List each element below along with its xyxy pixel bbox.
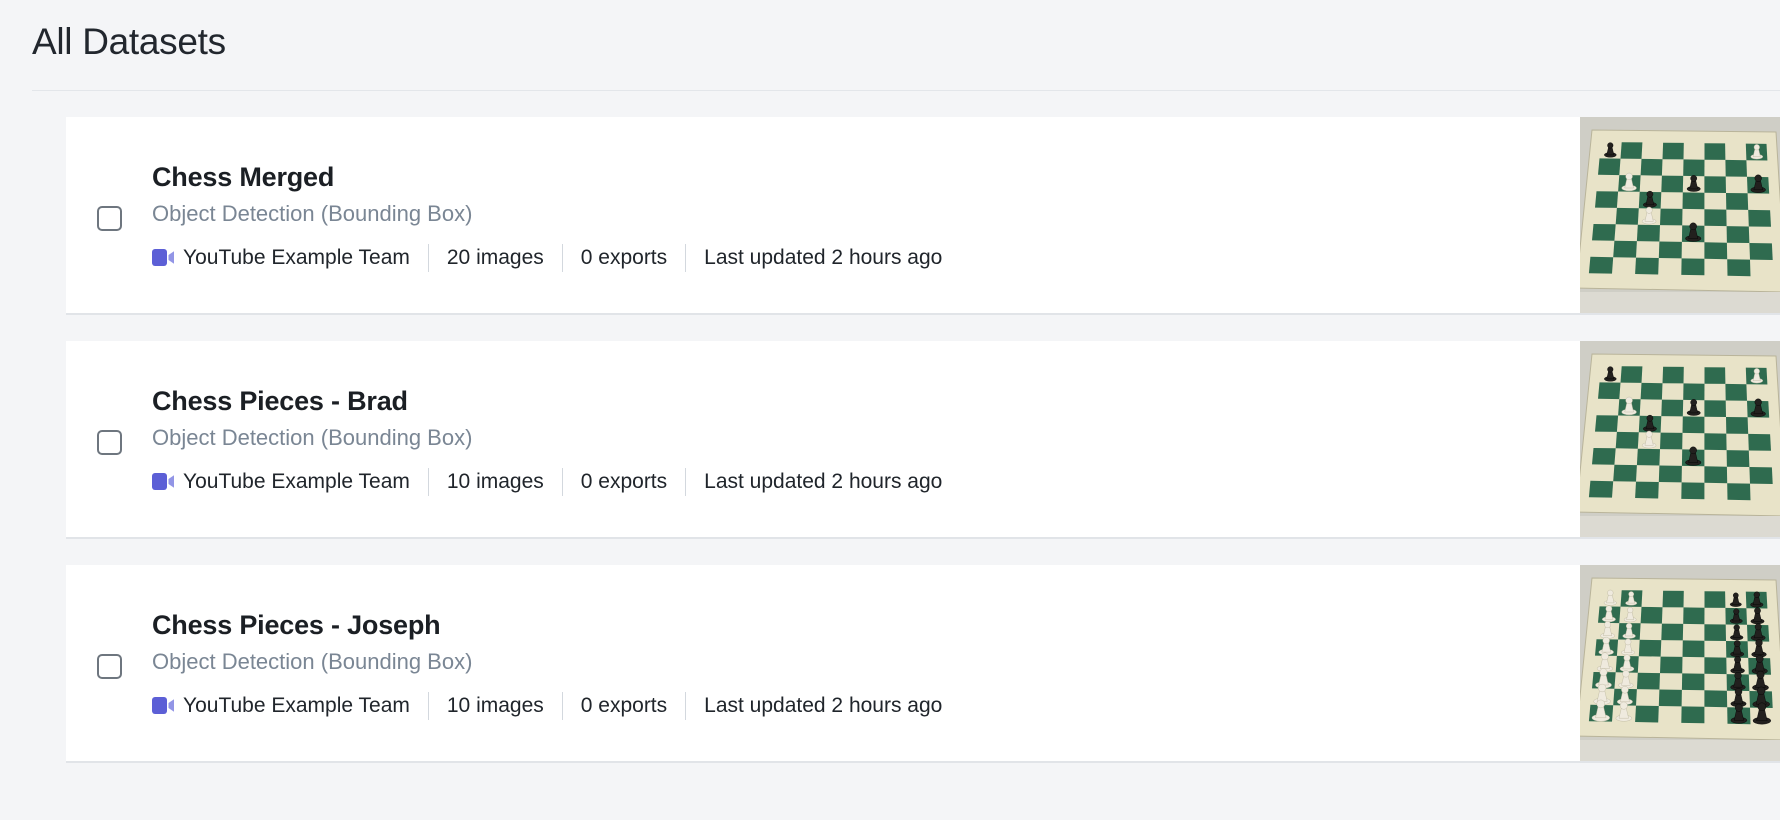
page-header: All Datasets [0, 0, 1780, 66]
dataset-meta-row: YouTube Example Team 20 images 0 exports… [152, 243, 1556, 272]
dataset-updated-time: Last updated 2 hours ago [704, 693, 943, 717]
dataset-image-count: 10 images [446, 693, 544, 717]
dataset-type-label: Object Detection (Bounding Box) [152, 648, 473, 674]
dataset-card[interactable]: Chess Merged Object Detection (Bounding … [66, 117, 1780, 315]
dataset-select-checkbox[interactable] [96, 205, 122, 231]
dataset-card[interactable]: Chess Pieces - Joseph Object Detection (… [66, 565, 1780, 763]
dataset-meta-row: YouTube Example Team 10 images 0 exports… [152, 467, 1556, 496]
dataset-list: Chess Merged Object Detection (Bounding … [0, 117, 1780, 763]
page-title: All Datasets [32, 21, 226, 62]
dataset-workspace[interactable]: YouTube Example Team [152, 468, 428, 496]
dataset-name-link[interactable]: Chess Pieces - Brad [152, 383, 408, 419]
dataset-card[interactable]: Chess Pieces - Brad Object Detection (Bo… [66, 341, 1780, 539]
dataset-meta-row: YouTube Example Team 10 images 0 exports… [152, 691, 1556, 720]
dataset-workspace-label: YouTube Example Team [183, 693, 410, 717]
dataset-workspace[interactable]: YouTube Example Team [152, 244, 428, 272]
dataset-type-label: Object Detection (Bounding Box) [152, 424, 473, 450]
dataset-updated-time: Last updated 2 hours ago [704, 245, 943, 269]
dataset-image-count: 20 images [446, 245, 544, 269]
dataset-name-link[interactable]: Chess Pieces - Joseph [152, 607, 441, 643]
dataset-thumbnail[interactable] [1580, 117, 1780, 313]
video-camera-icon [152, 697, 174, 714]
dataset-info: Chess Pieces - Joseph Object Detection (… [152, 565, 1580, 761]
dataset-workspace[interactable]: YouTube Example Team [152, 692, 428, 720]
dataset-select-checkbox[interactable] [96, 429, 122, 455]
dataset-export-count: 0 exports [580, 245, 668, 269]
dataset-image-count: 10 images [446, 469, 544, 493]
dataset-thumbnail[interactable] [1580, 341, 1780, 537]
dataset-select-col [66, 341, 152, 537]
dataset-name-link[interactable]: Chess Merged [152, 159, 334, 195]
dataset-info: Chess Pieces - Brad Object Detection (Bo… [152, 341, 1580, 537]
dataset-select-col [66, 117, 152, 313]
video-camera-icon [152, 473, 174, 490]
dataset-workspace-label: YouTube Example Team [183, 245, 410, 269]
dataset-select-checkbox[interactable] [96, 653, 122, 679]
dataset-select-col [66, 565, 152, 761]
dataset-type-label: Object Detection (Bounding Box) [152, 200, 473, 226]
dataset-thumbnail[interactable] [1580, 565, 1780, 761]
dataset-updated-time: Last updated 2 hours ago [704, 469, 943, 493]
video-camera-icon [152, 249, 174, 266]
dataset-export-count: 0 exports [580, 469, 668, 493]
dataset-info: Chess Merged Object Detection (Bounding … [152, 117, 1580, 313]
all-datasets-page: All Datasets Chess Merged Object Detecti… [0, 0, 1780, 820]
dataset-export-count: 0 exports [580, 693, 668, 717]
dataset-workspace-label: YouTube Example Team [183, 469, 410, 493]
header-divider [32, 90, 1780, 91]
